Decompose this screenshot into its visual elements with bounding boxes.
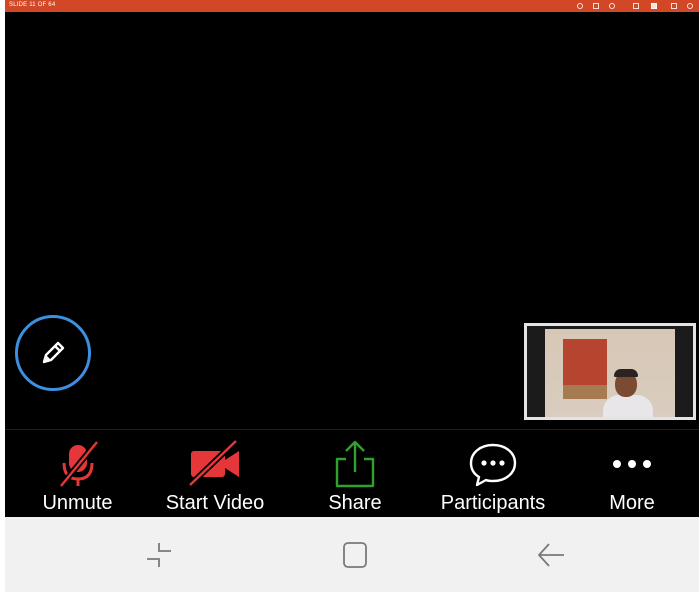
home-icon	[343, 542, 367, 568]
info-icon[interactable]	[577, 3, 583, 9]
reading-view-icon[interactable]	[671, 3, 677, 9]
participants-label: Participants	[440, 492, 546, 514]
slide-sorter-icon[interactable]	[651, 3, 657, 9]
participants-button[interactable]: Participants	[428, 430, 558, 518]
self-view-thumbnail[interactable]	[524, 323, 696, 420]
more-dots-icon	[613, 460, 651, 468]
start-video-label: Start Video	[165, 492, 265, 514]
back-button[interactable]	[531, 537, 571, 573]
pencil-icon	[42, 341, 65, 364]
more-label: More	[609, 492, 655, 514]
more-button[interactable]: More	[595, 430, 669, 518]
share-label: Share	[328, 492, 382, 514]
unmute-button[interactable]: Unmute	[30, 430, 125, 518]
notes-icon[interactable]	[593, 3, 599, 9]
meeting-toolbar: Unmute Start Video Share Participants Mo…	[5, 429, 699, 518]
share-button[interactable]: Share	[310, 430, 400, 518]
normal-view-icon[interactable]	[633, 3, 639, 9]
microphone-muted-icon	[58, 440, 99, 488]
chat-bubble-icon	[469, 443, 517, 487]
video-camera-off-icon	[187, 439, 239, 488]
unmute-label: Unmute	[42, 492, 113, 514]
settings-icon[interactable]	[609, 3, 615, 9]
slide-counter: SLIDE 11 OF 64	[9, 2, 56, 8]
back-icon	[538, 543, 564, 567]
self-view-video	[545, 329, 675, 417]
home-button[interactable]	[335, 537, 375, 573]
annotate-button[interactable]	[15, 315, 91, 391]
filter-icon[interactable]	[687, 3, 693, 9]
shared-slide-status-bar: SLIDE 11 OF 64	[5, 0, 699, 12]
recent-apps-icon	[147, 543, 171, 567]
start-video-button[interactable]: Start Video	[155, 430, 275, 518]
zoom-meeting-screen: SLIDE 11 OF 64 Unmute Start Video Share …	[5, 0, 699, 592]
recent-apps-button[interactable]	[139, 537, 179, 573]
system-navigation-bar	[5, 517, 699, 592]
share-upload-icon	[335, 440, 375, 488]
